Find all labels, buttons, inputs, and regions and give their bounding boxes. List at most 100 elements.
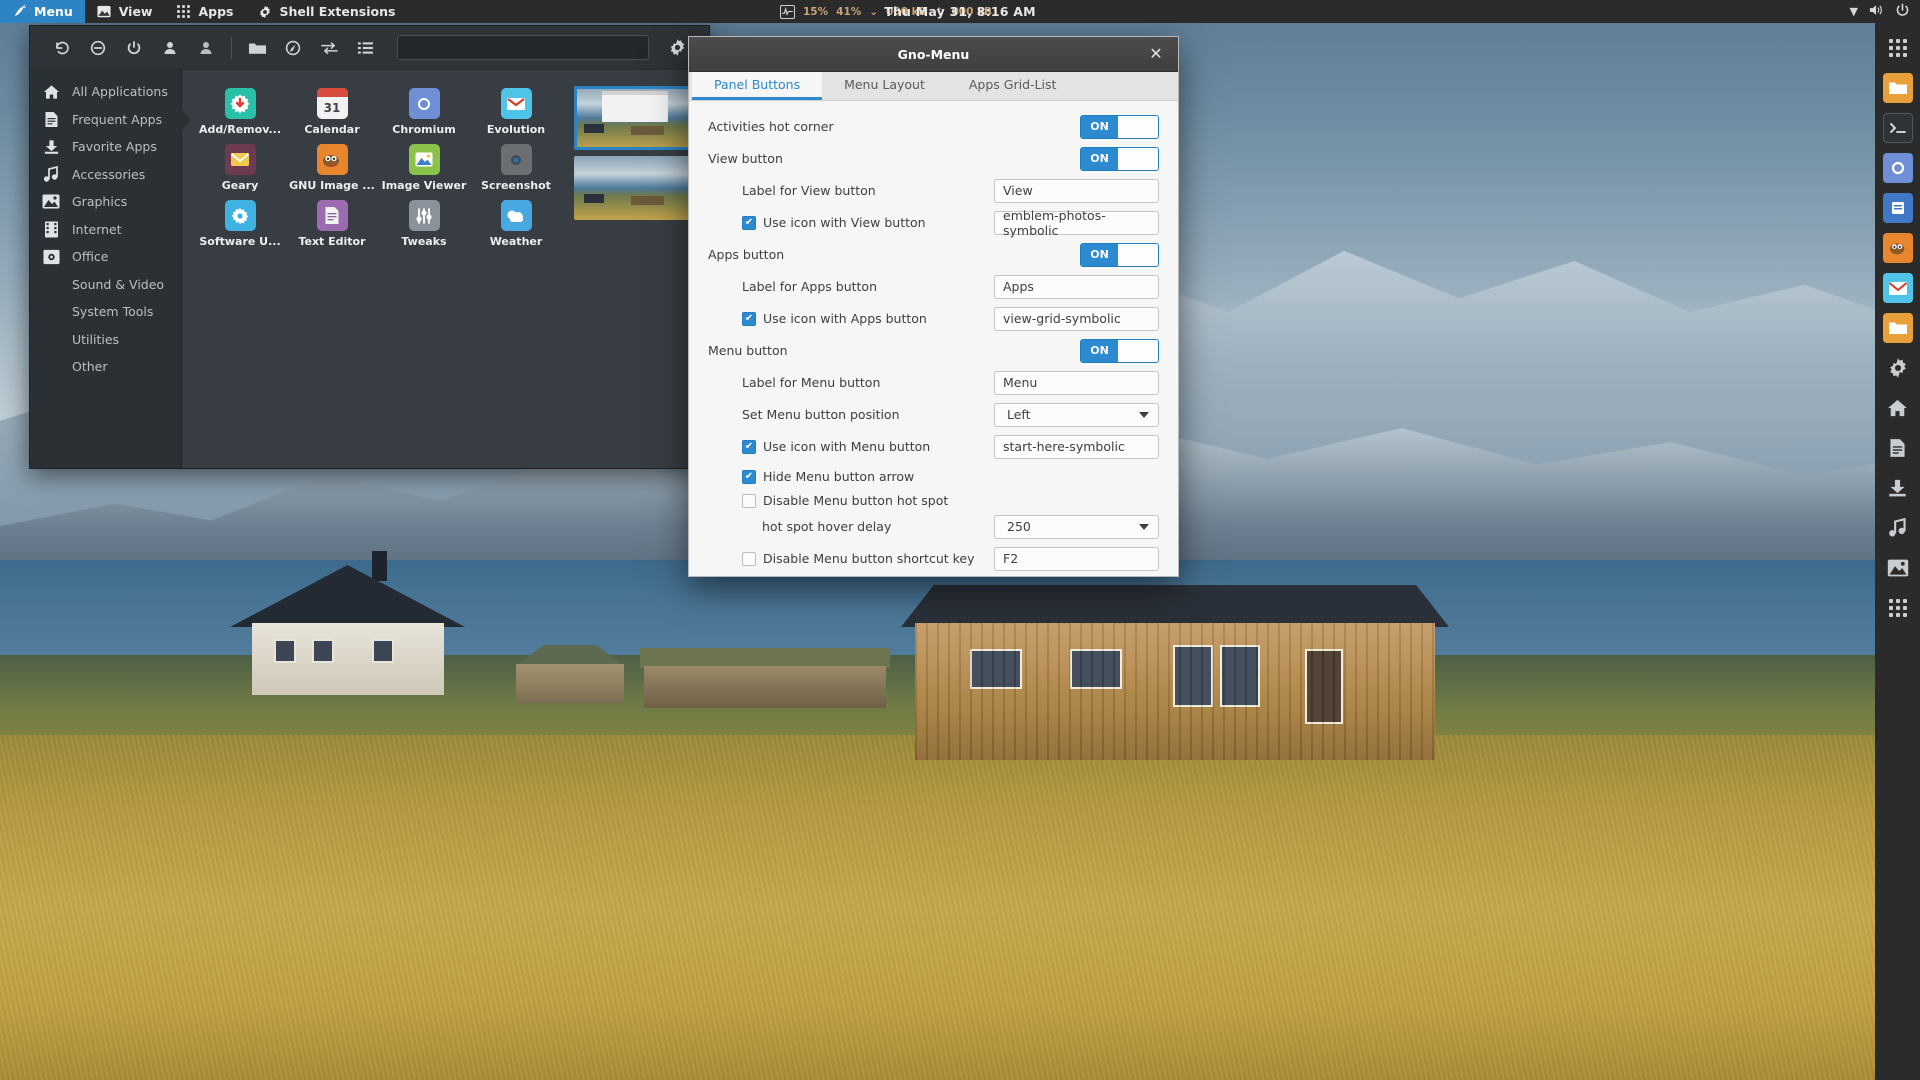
sidebar-item-system-tools[interactable]: System Tools [30, 298, 181, 326]
app-item[interactable]: Software U... [194, 200, 286, 256]
sidebar-item-utilities[interactable]: Utilities [30, 326, 181, 354]
user-switch-icon[interactable] [188, 33, 224, 63]
sidebar-item-internet[interactable]: Internet [30, 216, 181, 244]
grid-icon[interactable] [1883, 593, 1913, 623]
sidebar-item-frequent-apps[interactable]: Frequent Apps [30, 106, 191, 134]
label-for-view-button-input[interactable]: View [994, 178, 1159, 203]
tab-menu-layout[interactable]: Menu Layout [822, 72, 947, 100]
panel-button-shell-extensions[interactable]: Shell Extensions [246, 0, 408, 23]
menu-button-shortcut-key-input[interactable]: F2 [994, 546, 1159, 571]
terminal-icon[interactable] [1882, 113, 1913, 143]
menu-button-icon-input[interactable]: start-here-symbolic [994, 434, 1159, 459]
volume-icon[interactable] [1869, 3, 1884, 20]
app-label: Tweaks [401, 235, 447, 248]
workspace-preview-2[interactable] [574, 156, 701, 220]
label-for-apps-button-input[interactable]: Apps [994, 274, 1159, 299]
download-icon[interactable] [1883, 473, 1913, 503]
panel-button-apps[interactable]: Apps [164, 0, 245, 23]
tab-apps-grid-list[interactable]: Apps Grid-List [947, 72, 1079, 100]
panel-button-apps-label: Apps [198, 4, 234, 19]
dialog-tabs: Panel Buttons Menu Layout Apps Grid-List [689, 72, 1178, 101]
toggle-on-label: ON [1081, 147, 1118, 170]
view-button-icon-input[interactable]: emblem-photos-symbolic [994, 208, 1159, 238]
gimp-icon[interactable] [1882, 233, 1913, 263]
setting-label: Use icon with Menu button [708, 439, 994, 454]
clock[interactable]: Thu May 31, 8:16 AM [884, 4, 1036, 19]
app-item[interactable]: Evolution [470, 88, 562, 144]
apps-button-toggle[interactable]: ON [1080, 242, 1159, 267]
hot-spot-hover-delay-select[interactable]: 250 [994, 514, 1159, 539]
music-icon[interactable] [1883, 513, 1913, 543]
image-icon[interactable] [1883, 553, 1913, 583]
select-value: 250 [1007, 519, 1031, 534]
start-here-icon [12, 4, 27, 19]
sidebar-item-sound-video[interactable]: Sound & Video [30, 271, 181, 299]
sidebar-item-other[interactable]: Other [30, 353, 181, 381]
chevron-down-icon[interactable]: ▼ [1850, 5, 1858, 18]
apps-button-icon-input[interactable]: view-grid-symbolic [994, 306, 1159, 331]
arrows-swap-icon[interactable] [311, 33, 347, 63]
folder-icon[interactable] [1882, 313, 1913, 343]
use-icon-with-apps-button-checkbox[interactable] [742, 311, 756, 326]
disable-menu-button-shortcut-key-checkbox[interactable] [742, 551, 756, 566]
label-for-menu-button-input[interactable]: Menu [994, 370, 1159, 395]
panel-button-view[interactable]: View [85, 0, 165, 23]
app-item[interactable]: Geary [194, 144, 286, 200]
app-item[interactable]: GNU Image ... [286, 144, 378, 200]
app-item[interactable]: Tweaks [378, 200, 470, 256]
app-item[interactable]: Weather [470, 200, 562, 256]
hide-menu-button-arrow-checkbox[interactable] [742, 469, 756, 484]
setting-row-label-for-menu-button: Label for Menu button Menu [708, 370, 1159, 395]
panel-button-menu[interactable]: Menu [0, 0, 85, 23]
app-item[interactable]: Text Editor [286, 200, 378, 256]
minus-circle-icon[interactable] [80, 33, 116, 63]
view-button-toggle[interactable]: ON [1080, 146, 1159, 171]
app-label: Evolution [486, 123, 546, 136]
list-icon[interactable] [347, 33, 383, 63]
app-item[interactable]: Chromium [378, 88, 470, 144]
sidebar-item-all-applications[interactable]: All Applications [30, 78, 181, 106]
sidebar-item-label: Favorite Apps [72, 139, 157, 155]
power-icon[interactable] [116, 33, 152, 63]
undo-icon[interactable] [44, 33, 80, 63]
document-icon[interactable] [1883, 433, 1913, 463]
app-label: GNU Image ... [289, 179, 375, 192]
text-editor-icon[interactable] [1882, 193, 1913, 223]
app-item[interactable]: Image Viewer [378, 144, 470, 200]
folder-icon[interactable] [239, 33, 275, 63]
app-item[interactable]: Add/Remov... [194, 88, 286, 144]
power-icon[interactable] [1895, 3, 1910, 21]
chromium-icon[interactable] [1882, 153, 1913, 183]
menu-button-toggle[interactable]: ON [1080, 338, 1159, 363]
workspace-preview-1[interactable] [574, 86, 701, 150]
setting-row-activities-hot-corner: Activities hot corner ON [708, 114, 1159, 139]
activities-hot-corner-toggle[interactable]: ON [1080, 114, 1159, 139]
menu-button-position-select[interactable]: Left [994, 402, 1159, 427]
evolution-icon[interactable] [1882, 273, 1913, 303]
search-input[interactable] [397, 35, 649, 60]
app-item[interactable]: 31 Calendar [286, 88, 378, 144]
pin-icon[interactable] [275, 33, 311, 63]
text-editor-icon [316, 200, 348, 231]
use-icon-with-menu-button-checkbox[interactable] [742, 439, 756, 454]
sidebar-item-label: All Applications [72, 84, 168, 100]
setting-row-use-icon-with-view-button: Use icon with View button emblem-photos-… [708, 208, 1159, 238]
files-icon[interactable] [1882, 73, 1913, 103]
gno-menu-body: All Applications Frequent Apps Favorite … [30, 70, 709, 468]
home-icon[interactable] [1883, 393, 1913, 423]
small-shed [510, 645, 630, 703]
sidebar-item-graphics[interactable]: Graphics [30, 188, 181, 216]
use-icon-with-view-button-checkbox[interactable] [742, 215, 756, 230]
app-item[interactable]: Screenshot [470, 144, 562, 200]
sidebar-item-favorite-apps[interactable]: Favorite Apps [30, 133, 181, 161]
gno-menu-popup: All Applications Frequent Apps Favorite … [29, 25, 710, 469]
tab-panel-buttons[interactable]: Panel Buttons [692, 72, 823, 100]
disable-menu-button-hot-spot-checkbox[interactable] [742, 493, 756, 508]
sidebar-item-accessories[interactable]: Accessories [30, 161, 181, 189]
sidebar-item-office[interactable]: Office [30, 243, 181, 271]
show-applications-icon[interactable] [1883, 33, 1913, 63]
settings-icon[interactable] [1883, 353, 1913, 383]
user-icon[interactable] [152, 33, 188, 63]
close-icon[interactable]: ✕ [1146, 44, 1166, 64]
setting-row-use-icon-with-menu-button: Use icon with Menu button start-here-sym… [708, 434, 1159, 459]
